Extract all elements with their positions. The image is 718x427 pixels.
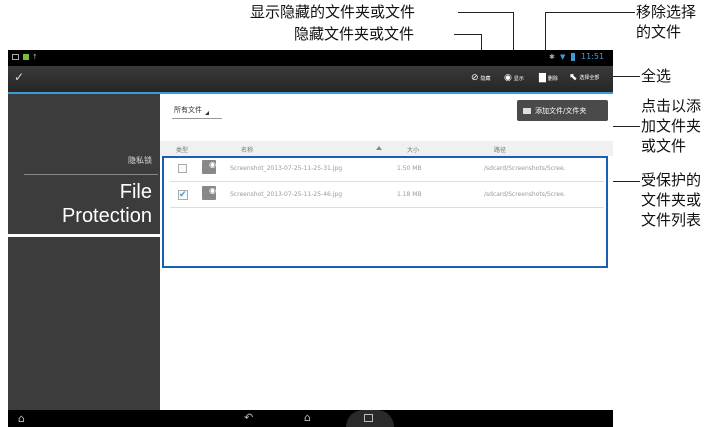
delete-label: 删除: [547, 75, 558, 82]
delete-button[interactable]: ▇ 删除: [539, 73, 558, 83]
callout-hide: 隐藏文件夹或文件: [294, 25, 415, 43]
sidebar-title-line2: Protection: [61, 205, 152, 227]
sidebar-category: 隐私锁: [128, 156, 152, 165]
add-folder-icon: [523, 107, 531, 114]
filter-dropdown[interactable]: 所有文件: [174, 105, 209, 115]
home-icon[interactable]: ⌂: [304, 411, 311, 424]
main-content: 所有文件 添加文件/文件夹 类型 名称 大小 路径 ◉ Screenshot_2…: [160, 94, 613, 410]
callout-add-line3: 或文件: [641, 137, 687, 155]
show-label: 显示: [513, 75, 524, 82]
eye-slash-icon: ⊘: [471, 73, 479, 83]
clock: 11:51: [581, 52, 605, 61]
done-check-icon[interactable]: ✓: [14, 70, 24, 84]
battery-icon: [571, 53, 575, 61]
navigation-bar: ⌂ ↶ ⌂: [8, 410, 613, 427]
select-all-button[interactable]: ⬉ 选择全部: [569, 72, 599, 83]
callout-select-all: 全选: [641, 67, 672, 85]
app-icon: [23, 54, 29, 60]
hide-button[interactable]: ⊘ 隐藏: [471, 73, 491, 83]
device-screen: ↑ ✱ ▼ 11:51 ✓ ⊘ 隐藏 ◉ 显示 ▇ 删除 ⬉ 选择全部 隐私锁 …: [8, 50, 613, 427]
recent-apps-icon: [364, 414, 373, 422]
sort-ascending-icon[interactable]: [376, 146, 382, 150]
callout-protected-line3: 文件列表: [641, 211, 702, 229]
callout-remove-line2: 的文件: [636, 23, 682, 41]
leader-hide: [454, 34, 482, 35]
column-name[interactable]: 名称: [241, 145, 253, 154]
back-icon[interactable]: ↶: [244, 411, 253, 424]
column-type: 类型: [176, 147, 189, 154]
column-size[interactable]: 大小: [407, 145, 419, 154]
select-all-icon: ⬉: [569, 72, 578, 83]
leader-show-hidden: [458, 12, 514, 13]
filter-label: 所有文件: [174, 106, 202, 114]
callout-add-line2: 加文件夹: [641, 117, 702, 135]
add-file-button[interactable]: 添加文件/文件夹: [517, 100, 608, 121]
leader-remove: [545, 12, 635, 13]
sidebar: 隐私锁 File Protection: [8, 94, 160, 410]
action-bar: ✓ ⊘ 隐藏 ◉ 显示 ▇ 删除 ⬉ 选择全部: [8, 66, 613, 92]
hide-label: 隐藏: [480, 75, 491, 82]
show-button[interactable]: ◉ 显示: [504, 73, 524, 83]
table-header: 类型 名称 大小 路径: [160, 141, 613, 156]
protected-list-highlight: [162, 156, 608, 268]
status-bar: ↑ ✱ ▼ 11:51: [8, 50, 613, 66]
add-file-label: 添加文件/文件夹: [535, 106, 587, 115]
callout-add-line1: 点击以添: [641, 97, 702, 115]
keyboard-hide-icon[interactable]: ⌂: [18, 412, 25, 425]
screenshot-icon: [12, 54, 19, 60]
sidebar-title-line1: File: [119, 181, 152, 203]
sidebar-divider: [24, 174, 158, 175]
bluetooth-icon: ✱: [549, 53, 555, 61]
callout-remove-line1: 移除选择: [636, 3, 697, 21]
filter-underline: [172, 118, 222, 119]
select-all-label: 选择全部: [579, 75, 600, 81]
callout-protected-line1: 受保护的: [641, 171, 702, 189]
callout-show-hidden: 显示隐藏的文件夹或文件: [250, 3, 416, 21]
trash-icon: ▇: [539, 73, 546, 83]
sidebar-selected-indicator: [8, 234, 160, 237]
notification-icon: ↑: [32, 53, 38, 61]
column-path[interactable]: 路径: [494, 145, 506, 154]
wifi-icon: ▼: [560, 53, 566, 61]
leader-protected: [610, 181, 640, 182]
eye-icon: ◉: [504, 73, 512, 83]
leader-select-all: [610, 76, 640, 77]
callout-protected-line2: 文件夹或: [641, 191, 702, 209]
dropdown-arrow-icon: [205, 111, 209, 115]
